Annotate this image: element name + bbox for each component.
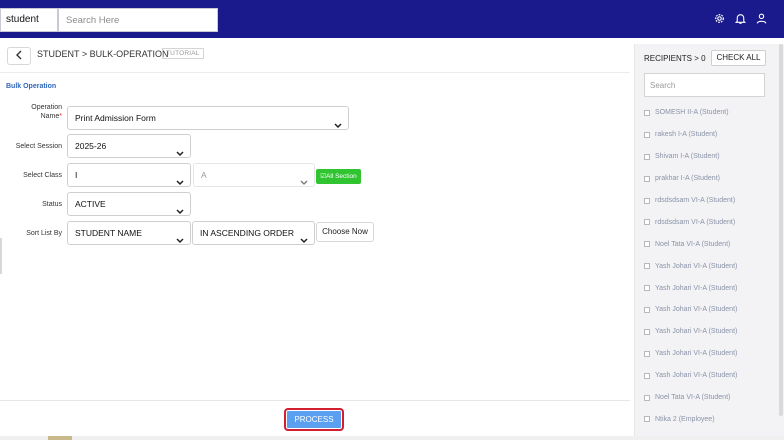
choose-now-button[interactable]: Choose Now — [316, 222, 374, 242]
checkbox-icon[interactable] — [644, 175, 650, 182]
all-section-button[interactable]: ☑All Section — [316, 169, 361, 184]
recipient-label: prakhar I-A (Student) — [655, 175, 720, 183]
recipient-label: Shivam I-A (Student) — [655, 153, 720, 161]
sort-order-select[interactable]: IN ASCENDING ORDER — [192, 221, 315, 245]
recipient-label: Noel Tata VI-A (Student) — [655, 394, 731, 402]
sort-label: Sort List By — [26, 230, 62, 237]
session-label: Select Session — [15, 143, 62, 150]
checkbox-icon[interactable] — [644, 153, 650, 160]
checkbox-icon[interactable] — [644, 263, 650, 270]
status-select[interactable]: ACTIVE — [67, 192, 191, 216]
checkbox-icon[interactable] — [644, 197, 650, 204]
gear-icon[interactable] — [713, 12, 726, 25]
recipient-item[interactable]: Yash Johari VI-A (Student) — [644, 321, 779, 343]
checkbox-icon[interactable] — [644, 372, 650, 379]
checkbox-icon[interactable] — [644, 394, 650, 401]
recipient-label: Yash Johari VI-A (Student) — [655, 262, 738, 270]
recipient-item[interactable]: Yash Johari VI-A (Student) — [644, 365, 779, 387]
sidebar-scrollbar[interactable] — [779, 44, 783, 416]
recipient-item[interactable]: Yash Johari VI-A (Student) — [644, 299, 779, 321]
header-divider — [0, 72, 630, 73]
recipients-search-input[interactable] — [644, 73, 765, 97]
recipients-sidebar: RECIPIENTS > 0 CHECK ALL SOMESH II-A (St… — [634, 44, 784, 440]
recipient-label: Yash Johari VI-A (Student) — [655, 350, 738, 358]
class-label: Select Class — [23, 172, 62, 179]
recipient-item[interactable]: Ntika 2 (Employee) — [644, 408, 779, 430]
bottom-strip — [0, 436, 784, 440]
recipient-label: rakesh I-A (Student) — [655, 131, 718, 139]
recipient-item[interactable]: Noel Tata VI-A (Student) — [644, 387, 779, 409]
chevron-left-icon — [15, 47, 23, 65]
recipient-label: Ntika 2 (Employee) — [655, 415, 715, 423]
bottom-strip-mark — [48, 436, 72, 440]
checkbox-icon[interactable] — [644, 285, 650, 292]
top-icons — [713, 12, 768, 25]
recipient-label: rdsdsdsam VI-A (Student) — [655, 218, 736, 226]
back-button[interactable] — [7, 47, 31, 65]
checkbox-icon[interactable] — [644, 328, 650, 335]
recipient-item[interactable]: Noel Tata VI-A (Student) — [644, 233, 779, 255]
recipient-label: Yash Johari VI-A (Student) — [655, 328, 738, 336]
sort-field-select[interactable]: STUDENT NAME — [67, 221, 191, 245]
recipient-item[interactable]: rdsdsdsam VI-A (Student) — [644, 190, 779, 212]
section-title: Bulk Operation — [6, 83, 57, 90]
chevron-down-icon — [176, 172, 184, 194]
breadcrumb: STUDENT > BULK-OPERATION — [37, 49, 169, 59]
checkbox-icon[interactable] — [644, 241, 650, 248]
session-select[interactable]: 2025-26 — [67, 134, 191, 158]
class-select[interactable]: I — [67, 163, 191, 187]
recipients-title: RECIPIENTS > 0 — [644, 54, 706, 63]
chevron-down-icon — [176, 201, 184, 223]
recipient-label: Yash Johari VI-A (Student) — [655, 306, 738, 314]
left-edge-handle — [0, 238, 2, 274]
process-button[interactable]: PROCESS — [284, 408, 344, 431]
status-label: Status — [42, 201, 62, 208]
recipient-label: Noel Tata VI-A (Student) — [655, 240, 731, 248]
recipient-item[interactable]: rakesh I-A (Student) — [644, 124, 779, 146]
chevron-down-icon — [176, 143, 184, 165]
checkbox-icon[interactable] — [644, 306, 650, 313]
recipients-list: SOMESH II-A (Student) rakesh I-A (Student… — [644, 102, 779, 430]
chevron-down-icon — [300, 172, 308, 194]
recipient-label: SOMESH II-A (Student) — [655, 109, 729, 117]
recipient-item[interactable]: SOMESH II-A (Student) — [644, 102, 779, 124]
recipient-item[interactable]: prakhar I-A (Student) — [644, 168, 779, 190]
chevron-down-icon — [300, 230, 308, 252]
recipient-item[interactable]: Yash Johari VI-A (Student) — [644, 255, 779, 277]
top-bar: student — [0, 0, 784, 38]
checkbox-icon[interactable] — [644, 109, 650, 116]
context-selector[interactable]: student — [0, 8, 58, 32]
recipient-item[interactable]: Shivam I-A (Student) — [644, 146, 779, 168]
chevron-down-icon — [176, 230, 184, 252]
operation-name-label: Operation Name* — [31, 104, 62, 120]
check-all-button[interactable]: CHECK ALL — [711, 50, 766, 66]
bell-icon[interactable] — [734, 12, 747, 25]
user-icon[interactable] — [755, 12, 768, 25]
checkbox-icon[interactable] — [644, 416, 650, 423]
operation-name-select[interactable]: Print Admission Form — [67, 106, 349, 130]
checkbox-icon[interactable] — [644, 131, 650, 138]
checkbox-icon[interactable] — [644, 350, 650, 357]
tutorial-badge[interactable]: TUTORIAL — [162, 48, 204, 59]
section-select[interactable]: A — [193, 163, 315, 187]
checkbox-icon[interactable] — [644, 219, 650, 226]
chevron-down-icon — [334, 115, 342, 137]
recipient-item[interactable]: Yash Johari VI-A (Student) — [644, 277, 779, 299]
recipient-item[interactable]: rdsdsdsam VI-A (Student) — [644, 211, 779, 233]
recipient-label: Yash Johari VI-A (Student) — [655, 372, 738, 380]
main-panel: STUDENT > BULK-OPERATION TUTORIAL Bulk O… — [0, 38, 630, 440]
recipient-label: rdsdsdsam VI-A (Student) — [655, 197, 736, 204]
recipient-label: Yash Johari VI-A (Student) — [655, 284, 738, 292]
bottom-action-bar: PROCESS — [0, 400, 630, 440]
global-search-input[interactable] — [58, 8, 218, 32]
recipient-item[interactable]: Yash Johari VI-A (Student) — [644, 343, 779, 365]
